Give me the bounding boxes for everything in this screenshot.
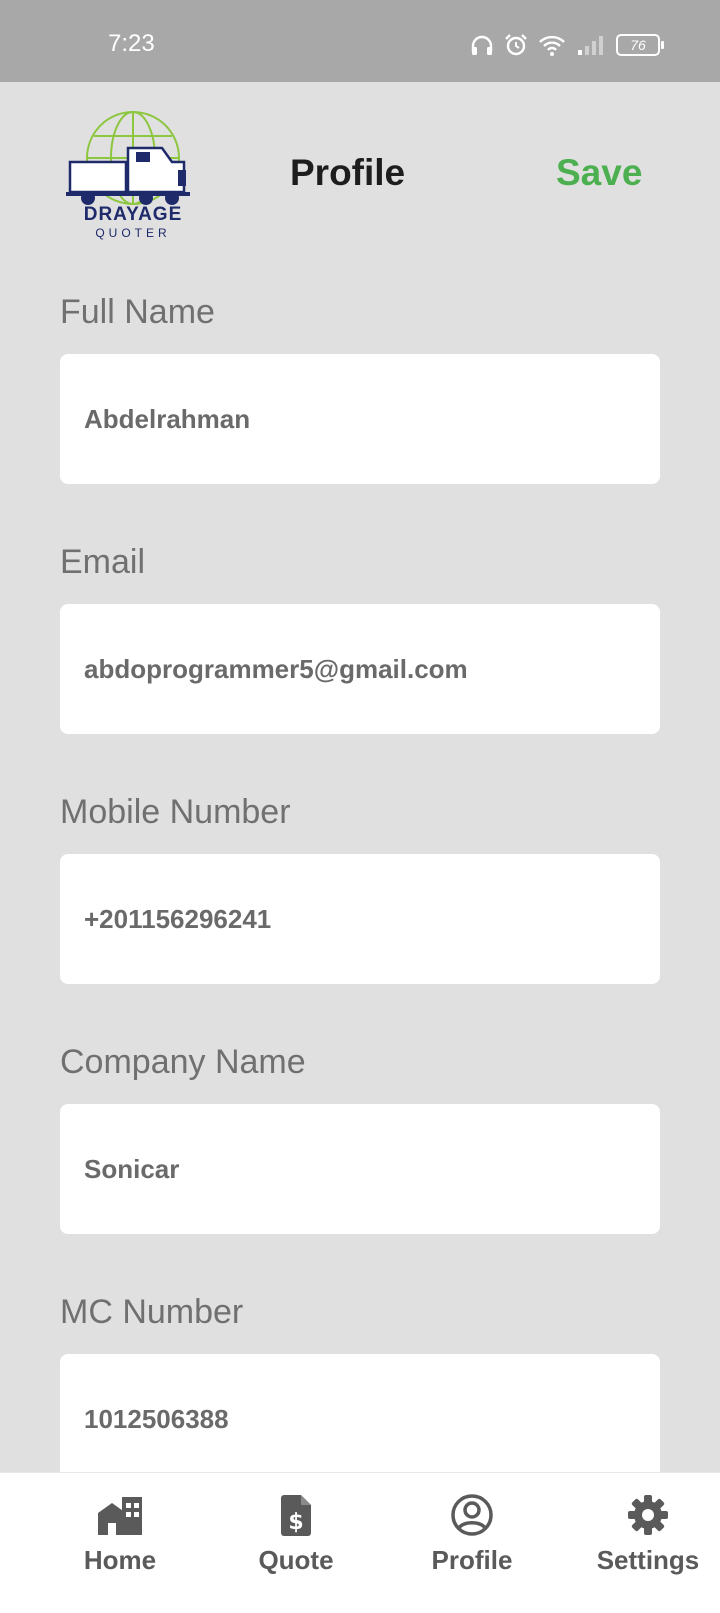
drayage-quoter-logo: DRAYAGE QUOTER <box>66 110 200 240</box>
company-name-label: Company Name <box>60 1043 306 1081</box>
svg-text:$: $ <box>288 1510 303 1535</box>
status-bar: 7:23 76 <box>0 0 720 82</box>
save-button[interactable]: Save <box>556 152 642 194</box>
gear-icon <box>628 1495 668 1535</box>
nav-home-label: Home <box>83 1545 157 1575</box>
mobile-number-label: Mobile Number <box>60 793 291 831</box>
mc-number-field[interactable] <box>60 1354 660 1484</box>
email-input[interactable] <box>84 604 644 734</box>
email-label: Email <box>60 543 146 581</box>
bottom-nav: Home $ Quote Profile Settings <box>0 1472 720 1613</box>
status-time: 7:23 <box>108 30 155 57</box>
email-field[interactable] <box>60 604 660 734</box>
logo-text: DRAYAGE <box>83 204 183 225</box>
status-icons: 76 <box>470 32 664 58</box>
nav-settings-label: Settings <box>596 1545 700 1575</box>
nav-quote-label: Quote <box>258 1545 334 1575</box>
wifi-icon <box>538 34 566 56</box>
full-name-field[interactable] <box>60 354 660 484</box>
battery-icon: 76 <box>616 34 664 56</box>
headphones-icon <box>470 34 494 56</box>
full-name-input[interactable] <box>84 354 644 484</box>
logo-subtext: QUOTER <box>95 226 171 240</box>
nav-quote[interactable]: $ Quote <box>226 1493 366 1593</box>
page-title: Profile <box>290 152 406 193</box>
signal-icon <box>576 34 606 56</box>
nav-profile[interactable]: Profile <box>402 1493 542 1593</box>
mobile-number-input[interactable] <box>84 854 644 984</box>
mobile-number-field[interactable] <box>60 854 660 984</box>
full-name-label: Full Name <box>60 293 215 331</box>
mc-number-input[interactable] <box>84 1354 644 1484</box>
nav-home[interactable]: Home <box>50 1493 190 1593</box>
nav-profile-label: Profile <box>431 1545 513 1575</box>
company-name-field[interactable] <box>60 1104 660 1234</box>
app-header: DRAYAGE QUOTER Profile Save <box>0 82 720 272</box>
alarm-icon <box>504 33 528 57</box>
home-icon <box>98 1497 142 1535</box>
nav-settings[interactable]: Settings <box>578 1493 718 1593</box>
mc-number-label: MC Number <box>60 1293 244 1331</box>
company-name-input[interactable] <box>84 1104 644 1234</box>
user-circle-icon <box>451 1494 493 1536</box>
invoice-dollar-icon: $ <box>281 1495 311 1536</box>
